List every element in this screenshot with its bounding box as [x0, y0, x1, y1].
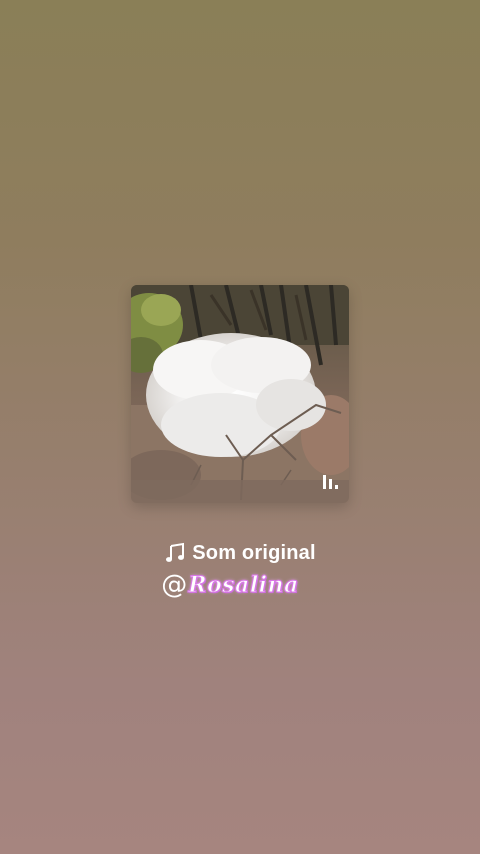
sound-cover-image[interactable]: [131, 285, 349, 503]
music-note-icon: [164, 542, 186, 564]
author-link[interactable]: @ Rosalina: [0, 568, 480, 602]
sound-title: Som original: [192, 542, 316, 564]
author-name: Rosalina: [188, 572, 299, 599]
audio-bars-icon: [321, 471, 339, 491]
author-at-symbol: @: [161, 570, 188, 600]
sound-page: Som original @ Rosalina: [0, 0, 480, 854]
flowering-tree-image: [131, 285, 349, 503]
sound-title-row[interactable]: Som original: [0, 540, 480, 566]
